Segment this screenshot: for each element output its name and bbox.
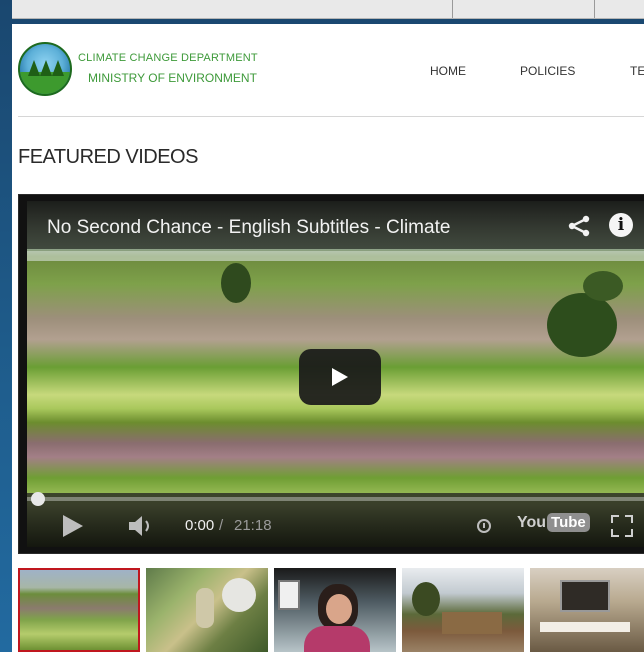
toolbar-divider	[452, 0, 453, 18]
thumbnail-face	[326, 594, 352, 624]
scene-horizon	[27, 251, 644, 261]
fullscreen-icon[interactable]	[611, 515, 633, 537]
video-player[interactable]: No Second Chance - English Subtitles - C…	[18, 194, 644, 554]
youtube-logo[interactable]: You Tube	[517, 513, 590, 537]
video-duration: 21:18	[234, 517, 272, 534]
video-playlist	[18, 564, 644, 652]
interview-woman-thumbnail[interactable]	[274, 568, 396, 652]
clock-icon[interactable]	[477, 519, 491, 533]
scene-tree	[547, 293, 617, 357]
thumbnail-inset	[278, 580, 300, 610]
thumbnail-object	[222, 578, 256, 612]
village-thumbnail[interactable]	[402, 568, 524, 652]
thumbnail-table	[540, 622, 630, 632]
thumbnail-figure	[196, 588, 214, 628]
thumbnail-screen	[560, 580, 610, 612]
video-title-bar: No Second Chance - English Subtitles - C…	[27, 201, 644, 249]
logo-tree	[40, 60, 52, 76]
department-name: CLIMATE CHANGE DEPARTMENT	[78, 52, 258, 64]
fullscreen-corner	[611, 529, 619, 537]
rice-field-thumbnail[interactable]	[18, 568, 140, 652]
youtube-logo-tube: Tube	[547, 513, 590, 532]
info-icon[interactable]: i	[609, 213, 633, 237]
room-screen-thumbnail[interactable]	[530, 568, 644, 652]
nav-item-truncated[interactable]: TE	[630, 64, 644, 78]
web-page: CLIMATE CHANGE DEPARTMENT MINISTRY OF EN…	[12, 24, 644, 652]
youtube-logo-you: You	[517, 513, 547, 531]
farmer-thumbnail[interactable]	[146, 568, 268, 652]
progress-scrubber[interactable]	[31, 492, 45, 506]
volume-icon[interactable]	[127, 513, 157, 539]
site-header: CLIMATE CHANGE DEPARTMENT MINISTRY OF EN…	[12, 24, 644, 114]
fullscreen-corner	[625, 515, 633, 523]
fullscreen-corner	[625, 529, 633, 537]
logo-tree	[52, 60, 64, 76]
browser-toolbar	[12, 0, 644, 19]
thumbnail-roof	[442, 612, 502, 634]
nav-item-home[interactable]: HOME	[430, 64, 466, 78]
ministry-name: MINISTRY OF ENVIRONMENT	[88, 71, 257, 85]
player-control-bar: 0:00 / 21:18 You Tube	[27, 492, 644, 547]
thumbnail-tree	[412, 582, 440, 616]
scene-tree	[221, 263, 251, 303]
video-frame-image[interactable]: No Second Chance - English Subtitles - C…	[27, 201, 644, 547]
thumbnail-shirt	[304, 626, 370, 652]
video-title[interactable]: No Second Chance - English Subtitles - C…	[47, 217, 537, 239]
current-time: 0:00	[185, 517, 215, 534]
scene-tree	[583, 271, 623, 301]
header-divider	[18, 116, 644, 117]
play-button[interactable]	[299, 349, 381, 405]
play-icon	[332, 368, 348, 386]
play-icon[interactable]	[63, 515, 83, 537]
section-title: FEATURED VIDEOS	[18, 146, 198, 168]
share-icon[interactable]	[567, 215, 591, 237]
nav-item-policies[interactable]: POLICIES	[520, 64, 575, 78]
time-separator: /	[219, 517, 224, 534]
toolbar-divider	[594, 0, 595, 18]
progress-bar[interactable]	[27, 492, 644, 506]
logo-tree	[28, 60, 40, 76]
emblem-logo-icon[interactable]	[18, 42, 72, 96]
fullscreen-corner	[611, 515, 619, 523]
